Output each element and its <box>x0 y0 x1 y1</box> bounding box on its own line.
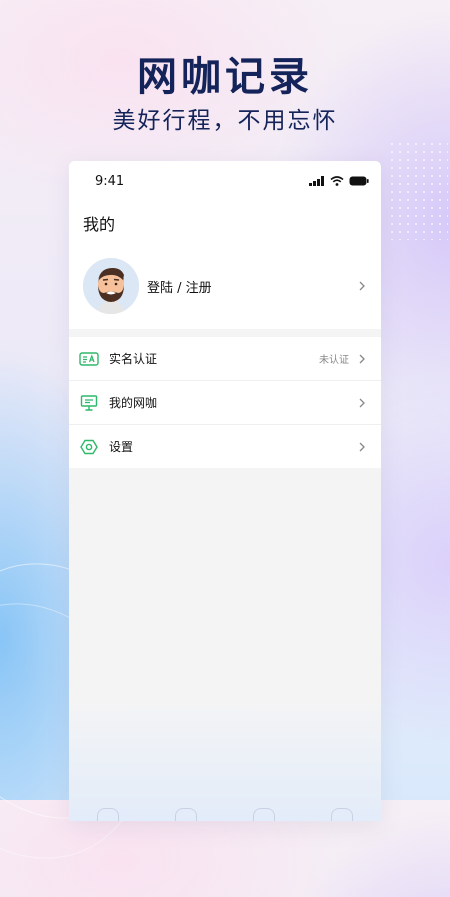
menu-item-real-name-verification[interactable]: 实名认证 未认证 <box>69 337 381 381</box>
promo-subline: 美好行程，不用忘怀 <box>112 108 338 134</box>
decorative-dot-grid <box>388 140 448 240</box>
page-title: 我的 <box>83 215 116 234</box>
login-register-row[interactable]: 登陆 / 注册 <box>83 257 369 315</box>
chevron-right-icon <box>359 398 365 407</box>
id-card-icon <box>79 349 99 369</box>
battery-icon <box>349 176 369 186</box>
bearded-man-avatar-icon <box>83 258 139 314</box>
login-register-label: 登陆 / 注册 <box>147 280 212 296</box>
avatar <box>83 258 139 314</box>
menu-item-settings[interactable]: 设置 <box>69 425 381 468</box>
chevron-right-icon <box>359 281 365 291</box>
promo-headline: 网咖记录 <box>137 54 313 100</box>
record-tab-icon <box>175 808 197 821</box>
discover-tab-icon <box>253 808 275 821</box>
settings-menu: 实名认证 未认证 我的网咖 设置 <box>69 337 381 468</box>
chevron-right-icon <box>359 442 365 451</box>
profile-tab-icon <box>331 808 353 821</box>
phone-screen: 9:41 我的 登陆 / 注册 实名认证 未认证 我的网咖 设置 <box>69 161 381 821</box>
tab-bar-faded <box>69 791 381 821</box>
monitor-icon <box>79 393 99 413</box>
profile-header: 9:41 我的 登陆 / 注册 <box>69 161 381 329</box>
verification-status: 未认证 <box>319 355 349 366</box>
settings-hexagon-icon <box>79 437 99 457</box>
status-icons <box>309 176 369 186</box>
home-tab-icon <box>97 808 119 821</box>
status-time: 9:41 <box>95 174 125 189</box>
chevron-right-icon <box>359 354 365 363</box>
menu-item-label: 实名认证 <box>109 352 158 366</box>
menu-item-label: 设置 <box>109 440 134 454</box>
status-bar: 9:41 <box>69 161 381 203</box>
menu-item-my-internet-cafe[interactable]: 我的网咖 <box>69 381 381 425</box>
wifi-icon <box>330 176 344 186</box>
signal-icon <box>309 176 324 186</box>
menu-item-label: 我的网咖 <box>109 396 158 410</box>
